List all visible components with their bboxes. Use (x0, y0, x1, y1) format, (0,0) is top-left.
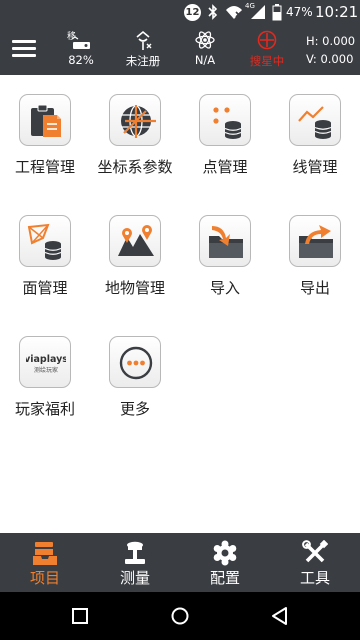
home-icon[interactable] (170, 606, 190, 626)
gnss-receiver-icon (136, 30, 152, 50)
tile-line-manage[interactable]: 线管理 (270, 75, 360, 185)
tile-label: 地物管理 (104, 279, 165, 297)
tile-label: 导入 (209, 279, 240, 297)
nav-project[interactable]: 项目 (0, 533, 90, 592)
menu-button[interactable] (10, 37, 38, 61)
nav-label: 配置 (209, 569, 240, 587)
tile-label: 玩家福利 (14, 400, 75, 418)
survey-icon (125, 541, 145, 564)
player-welfare-icon: viaplays 测绘玩家 (19, 336, 71, 388)
tile-point-manage[interactable]: 点管理 (180, 75, 270, 185)
tile-label: 更多 (119, 400, 150, 418)
coordinate-h: H: 0.000 (306, 34, 356, 48)
tile-area-manage[interactable]: 面管理 (0, 196, 90, 306)
svg-text:viaplays: viaplays (26, 354, 66, 365)
tile-label: 面管理 (22, 279, 68, 297)
radio-device-icon (71, 36, 90, 49)
bluetooth-icon (208, 4, 218, 20)
tile-label: 工程管理 (14, 158, 75, 176)
nav-survey[interactable]: 测量 (90, 533, 180, 592)
tile-coordinate-system[interactable]: 坐标系参数 (90, 75, 180, 185)
coordinate-v: V: 0.000 (306, 52, 354, 66)
mobile-value: 82% (68, 53, 94, 67)
nav-tools[interactable]: 工具 (270, 533, 360, 592)
status-bar: 12 4G 47% 10:21 (0, 0, 360, 25)
satellite-atom-icon (195, 31, 215, 49)
crosshair-icon (257, 30, 277, 50)
tile-label: 坐标系参数 (97, 158, 173, 176)
satellite-status[interactable]: N/A (188, 29, 222, 67)
nav-label: 工具 (299, 569, 330, 587)
svg-text:测绘玩家: 测绘玩家 (34, 366, 58, 374)
tile-label: 导出 (299, 279, 330, 297)
battery-icon (272, 4, 282, 21)
satellite-value: N/A (194, 53, 216, 67)
tile-import[interactable]: 导入 (180, 196, 270, 306)
notification-count-badge: 12 (184, 4, 201, 21)
app-top-bar: 移 82% 未注册 N/A 搜星中 H: 0.000 V: 0.000 (0, 25, 360, 75)
tile-label: 点管理 (202, 158, 248, 176)
mobile-data-status[interactable]: 移 82% (63, 29, 99, 67)
wifi-icon (226, 6, 242, 19)
bottom-nav: 项目 测量 配置 工具 (0, 533, 360, 592)
nav-label: 项目 (29, 569, 60, 587)
area-manage-icon (19, 215, 71, 267)
recent-apps-icon[interactable] (70, 606, 90, 626)
tile-label: 线管理 (292, 158, 338, 176)
coordinate-readout: H: 0.000 V: 0.000 (306, 32, 355, 68)
tile-export[interactable]: 导出 (270, 196, 360, 306)
function-grid: 工程管理 坐标系参数 点管理 线管理 面管理 地物管理 导入 导出 viapla… (0, 75, 360, 533)
line-manage-icon (289, 94, 341, 146)
tile-feature-manage[interactable]: 地物管理 (90, 196, 180, 306)
nav-label: 测量 (119, 569, 150, 587)
feature-manage-icon (109, 215, 161, 267)
back-icon[interactable] (270, 606, 290, 626)
registration-status[interactable]: 未注册 (120, 29, 166, 69)
tile-project-manage[interactable]: 工程管理 (0, 75, 90, 185)
coordinate-system-icon (109, 94, 161, 146)
search-satellite-status[interactable]: 搜星中 (246, 29, 288, 69)
clock: 10:21 (315, 3, 359, 21)
project-icon (33, 542, 57, 565)
tile-player-welfare[interactable]: viaplays 测绘玩家 玩家福利 (0, 317, 90, 427)
registration-label: 未注册 (125, 54, 161, 68)
signal-icon (251, 5, 265, 19)
config-icon (213, 540, 237, 566)
tools-icon (302, 540, 328, 563)
point-manage-icon (199, 94, 251, 146)
search-satellite-label: 搜星中 (249, 54, 285, 68)
import-icon (199, 215, 251, 267)
nav-config[interactable]: 配置 (180, 533, 270, 592)
viaplays-logo: viaplays 测绘玩家 (26, 354, 66, 374)
system-nav-bar (0, 592, 360, 640)
project-manage-icon (19, 94, 71, 146)
tile-more[interactable]: 更多 (90, 317, 180, 427)
more-icon (109, 336, 161, 388)
battery-percent: 47% (286, 5, 313, 19)
export-icon (289, 215, 341, 267)
